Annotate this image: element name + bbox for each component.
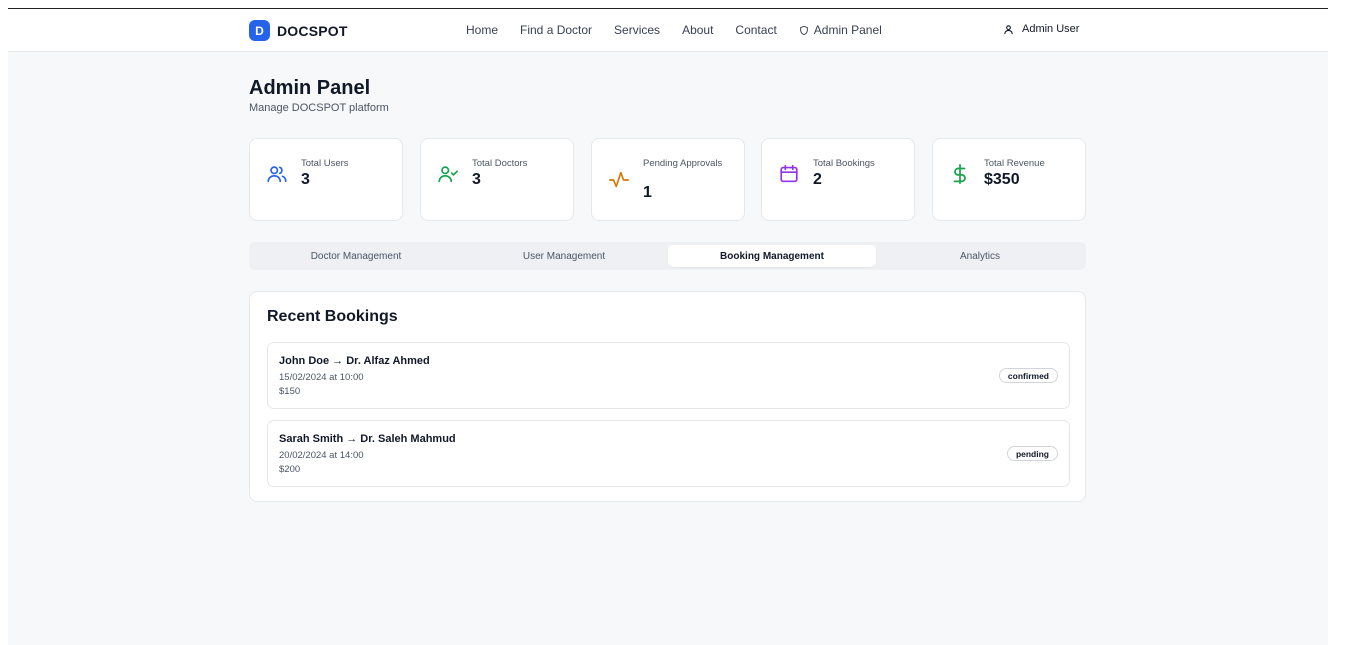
dollar-icon — [953, 163, 966, 185]
booking-datetime: 15/02/2024 at 10:00 — [279, 372, 364, 383]
stat-label: Pending Approvals — [643, 158, 723, 169]
user-menu[interactable]: Admin User — [1003, 23, 1079, 35]
shield-icon — [799, 25, 808, 35]
user-icon — [1004, 24, 1013, 34]
user-check-icon — [438, 166, 458, 183]
stat-card-total-revenue: Total Revenue $350 — [932, 138, 1086, 221]
stat-label: Total Users — [301, 158, 349, 169]
recent-bookings-panel: Recent Bookings John Doe → Dr. Alfaz Ahm… — [249, 291, 1086, 502]
nav-link-admin-panel[interactable]: Admin Panel — [799, 23, 882, 37]
stat-card-total-users: Total Users 3 — [249, 138, 403, 221]
nav-link-find-doctor[interactable]: Find a Doctor — [520, 23, 592, 37]
user-name: Admin User — [1022, 23, 1080, 35]
tab-doctor-management[interactable]: Doctor Management — [252, 245, 460, 267]
panel-title: Recent Bookings — [267, 308, 398, 325]
stat-card-total-bookings: Total Bookings 2 — [761, 138, 915, 221]
page-title: Admin Panel — [249, 77, 371, 99]
booking-item[interactable]: John Doe → Dr. Alfaz Ahmed 15/02/2024 at… — [267, 342, 1070, 409]
stat-card-pending-approvals: Pending Approvals 1 — [591, 138, 745, 221]
booking-title: John Doe → Dr. Alfaz Ahmed — [279, 355, 430, 367]
booking-price: $150 — [279, 386, 301, 397]
nav-link-contact[interactable]: Contact — [735, 23, 776, 37]
navbar: D DOCSPOT Home Find a Doctor Services Ab… — [8, 9, 1328, 52]
admin-tabs: Doctor Management User Management Bookin… — [249, 242, 1086, 270]
activity-icon — [609, 171, 629, 188]
stat-label: Total Revenue — [984, 158, 1045, 169]
stat-value: 3 — [472, 171, 481, 188]
tab-user-management[interactable]: User Management — [460, 245, 668, 267]
booking-item[interactable]: Sarah Smith → Dr. Saleh Mahmud 20/02/202… — [267, 420, 1070, 487]
nav-link-about[interactable]: About — [682, 23, 713, 37]
nav-link-admin-label: Admin Panel — [813, 23, 882, 37]
booking-title: Sarah Smith → Dr. Saleh Mahmud — [279, 433, 456, 445]
status-badge: confirmed — [998, 368, 1058, 383]
stat-label: Total Doctors — [472, 158, 528, 169]
brand-badge: D — [249, 20, 270, 41]
stat-value: 1 — [643, 184, 652, 201]
status-badge: pending — [1006, 446, 1058, 461]
page-subtitle: Manage DOCSPOT platform — [249, 102, 389, 114]
app-frame: D DOCSPOT Home Find a Doctor Services Ab… — [8, 9, 1328, 645]
stat-card-total-doctors: Total Doctors 3 — [420, 138, 574, 221]
tab-analytics[interactable]: Analytics — [876, 245, 1084, 267]
nav-links: Home Find a Doctor Services About Contac… — [466, 23, 904, 37]
stat-label: Total Bookings — [813, 158, 875, 169]
nav-link-services[interactable]: Services — [614, 23, 660, 37]
stat-value: 3 — [301, 171, 310, 188]
brand-logo[interactable]: D DOCSPOT — [249, 20, 348, 41]
stat-value: $350 — [984, 171, 1020, 188]
stat-value: 2 — [813, 171, 822, 188]
brand-name: DOCSPOT — [277, 22, 348, 39]
nav-link-home[interactable]: Home — [466, 23, 498, 37]
booking-price: $200 — [279, 464, 301, 475]
users-icon — [267, 166, 287, 183]
booking-datetime: 20/02/2024 at 14:00 — [279, 450, 364, 461]
calendar-icon — [780, 164, 798, 183]
tab-booking-management[interactable]: Booking Management — [668, 245, 876, 267]
